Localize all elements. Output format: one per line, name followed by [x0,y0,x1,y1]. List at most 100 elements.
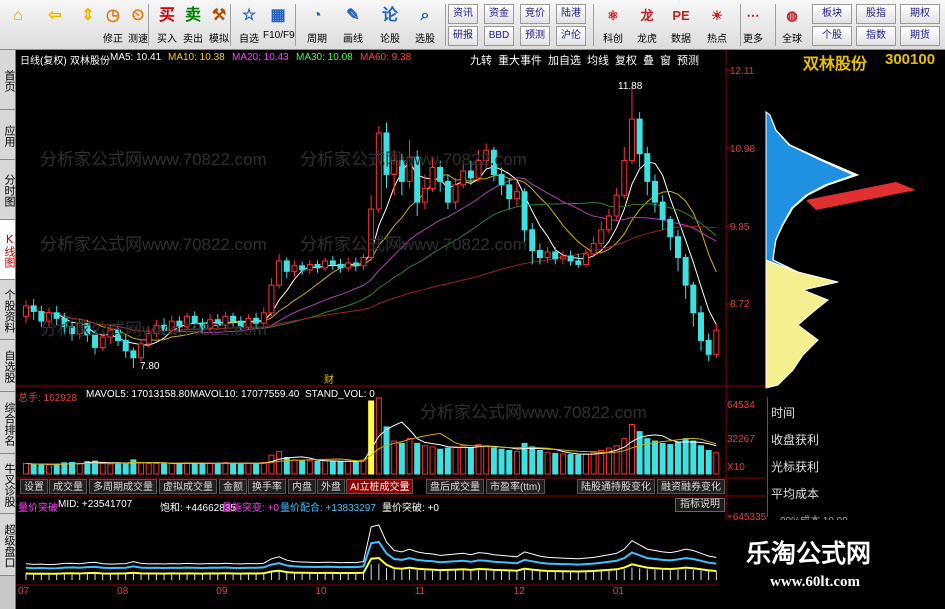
chart-tool-button[interactable]: 均线 [587,52,609,68]
toolbar-mini-button[interactable]: 沪伦 [556,26,586,46]
volume-bar [245,462,252,475]
candle [337,263,344,269]
science-icon: ⚛ [607,8,619,23]
sidebar-tab[interactable]: 综合排名 [0,392,16,454]
indicator-tab[interactable]: 成交量 [49,479,87,494]
toolbar-button-11[interactable]: ✎ 画线 [338,3,368,47]
up-down-arrows-icon: ⇕ [81,7,95,24]
watermark-text: 分析家公式网www.70822.com [420,403,647,422]
indicator-tab[interactable]: 陆股通持股变化 [577,479,655,494]
volume-bar [230,463,237,475]
indicator-tab[interactable]: 金额 [219,479,247,494]
toolbar-mini-button[interactable]: 资讯 [448,4,478,24]
volume-bar [682,438,689,475]
toolbar-right-button-5[interactable]: ◍ 全球 [777,3,807,47]
toolbar-right-button-0[interactable]: ⚛ 科创 [598,3,628,47]
candle [138,343,145,359]
candle [705,339,712,355]
chart-tool-button[interactable]: 预测 [677,52,699,68]
candle [697,312,704,341]
toolbar-right-button-3[interactable]: ☀ 热点 [702,3,732,47]
chart-tool-button[interactable]: 复权 [615,52,637,68]
toolbar-button-10[interactable]: ◔ 周期 [302,3,332,47]
volume-bar [628,424,635,475]
toolbar-right-mini-button[interactable]: 板块 [812,4,852,24]
toolbar-right-mini-button[interactable]: 期权 [900,4,940,24]
toolbar-right-button-2[interactable]: PE 数据 [666,3,696,47]
sidebar-tab[interactable]: 分时图 [0,160,16,220]
sidebar-tab[interactable]: 首页 [0,50,16,110]
clock-icon: ◷ [106,7,120,24]
sidebar-tab[interactable]: 超级盘口 [0,514,16,576]
chart-tool-button[interactable]: 重大事件 [498,52,542,68]
sidebar-tab[interactable]: 个股资料 [0,280,16,340]
volume-bar [582,453,589,475]
chart-tool-button[interactable]: 窗 [660,52,671,68]
volume-bar [483,445,490,475]
toolbar-mini-button[interactable]: 研报 [448,26,478,46]
indicator-tab[interactable]: 融资融券变化 [657,479,725,494]
candle [659,201,666,220]
info-avg-cost-label: 平均成本 [771,487,820,501]
indicator-tab[interactable]: 换手率 [248,479,286,494]
indicator-tab[interactable]: 多周期成交量 [89,479,157,494]
volume-bar [161,463,168,475]
price-axis-label: 10.98 [730,144,756,155]
ma-legend-item: MA10: 10.38 [168,52,225,63]
sidebar-tab[interactable]: 自选股 [0,340,16,392]
toolbar-button-label: 热点 [707,34,727,45]
sidebar-tab[interactable]: K线图 [0,220,16,280]
indicator-tab[interactable]: 设置 [20,479,48,494]
toolbar-right-mini-button[interactable]: 个股 [812,26,852,46]
toolbar-button-8[interactable]: ☆ 自选 [234,3,264,47]
volume-bar [122,462,129,475]
toolbar-mini-button[interactable]: 陆港 [556,4,586,24]
volume-bar [191,462,198,475]
toolbar-right-mini-button[interactable]: 期货 [900,26,940,46]
indicator-tab[interactable]: 虚拟成交量 [159,479,217,494]
candle [536,250,543,258]
candle [559,255,566,260]
volume-bar [145,463,152,475]
volume-bar [329,460,336,475]
sidebar-tab[interactable]: 牛叉诊股 [0,454,16,514]
sidebar-tab[interactable]: 应用 [0,110,16,160]
candle [644,153,651,182]
chart-tool-button[interactable]: 九转 [470,52,492,68]
toolbar-mini-button[interactable]: 预测 [520,26,550,46]
candle [667,218,674,238]
toolbar-button-9[interactable]: ▦ F10/F9 [263,3,295,47]
toolbar-right-mini-button[interactable]: 股指 [856,4,896,24]
toolbar-right-button-4[interactable]: ⋯ 更多 [738,3,768,47]
toolbar-button-label: 修正 [103,34,123,45]
chart-tool-button[interactable]: 叠 [643,52,654,68]
toolbar-right-button-1[interactable]: 龙龙虎 [632,3,662,47]
volume-bar [130,459,137,475]
volume-bar [23,462,29,475]
indicator-lj: 量能突变: +0 [222,503,279,514]
volume-bar [368,400,375,475]
toolbar-nav-button-0[interactable]: ⌂ [3,3,33,47]
indicator-tab[interactable]: 盘后成交量 [426,479,484,494]
toolbar-mini-button[interactable]: BBD [484,26,514,46]
star-chart-icon: ☆ [241,7,257,24]
indicator-tab[interactable]: AI立桩成交量 [346,479,414,494]
indicator-tab[interactable]: 内盘 [288,479,316,494]
toolbar-button-12[interactable]: 论论股 [375,3,405,47]
toolbar-mini-button[interactable]: 竞价 [520,4,550,24]
toolbar-mini-button[interactable]: 资金 [484,4,514,24]
toolbar-nav-button-1[interactable]: ⇦ [40,3,70,47]
candle [352,262,359,267]
toolbar-right-mini-button[interactable]: 指数 [856,26,896,46]
watermark-text: 分析家公式网www.70822.com [300,150,527,169]
chart-tool-button[interactable]: 加自选 [548,52,581,68]
candle [544,251,551,258]
low-price-mark: 7.80 [140,361,160,372]
indicator-tab[interactable]: 市盈率(ttm) [486,479,545,494]
left-sidebar: 首页 应用 分时图 K线图 个股资料 自选股 综合排名 牛叉诊股 超级盘口 [0,50,16,609]
indicator-tab[interactable]: 外盘 [317,479,345,494]
volume-bar [444,447,451,475]
indicator-help-button[interactable]: 指标说明 [675,498,725,512]
toolbar-button-13[interactable]: ⌕ 选股 [410,3,440,47]
candle [506,184,513,200]
